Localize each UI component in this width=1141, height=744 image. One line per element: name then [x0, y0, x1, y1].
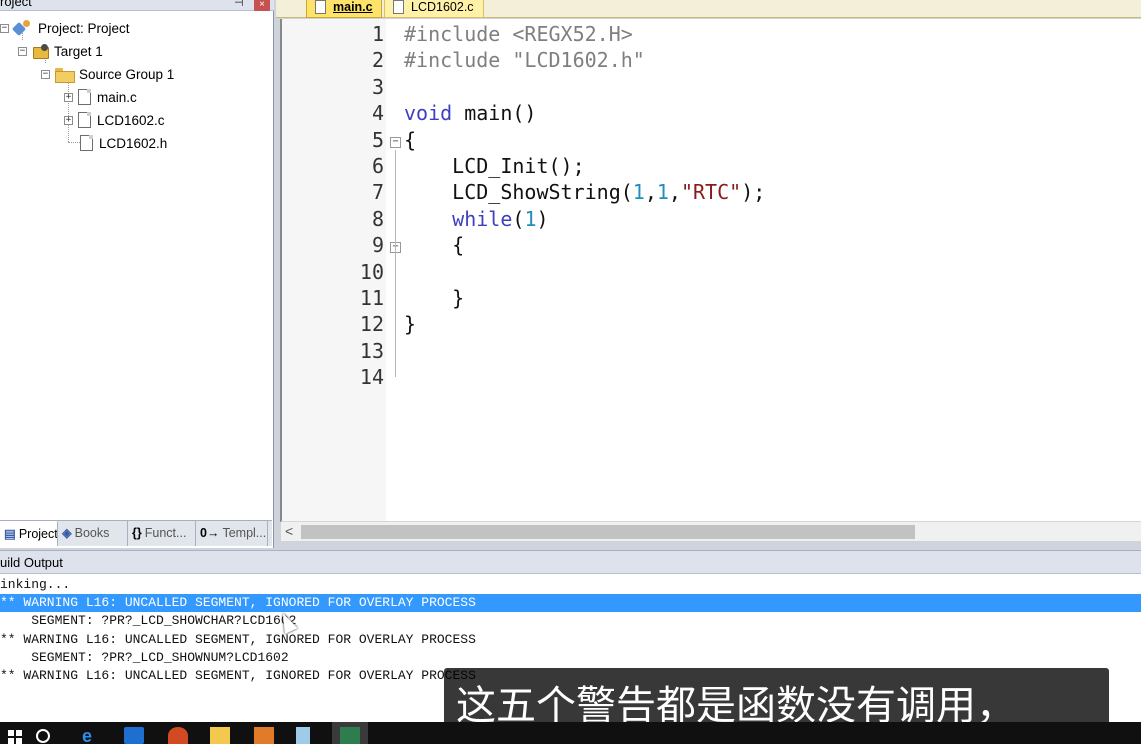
line-number: 7	[371, 180, 384, 205]
tab-label: Books	[74, 526, 110, 540]
tree-item-label: LCD1602.c	[97, 112, 165, 128]
collapse-icon[interactable]: −	[18, 46, 27, 56]
notes-icon[interactable]	[296, 727, 310, 744]
file-explorer-icon[interactable]	[210, 727, 230, 744]
line-number: 12	[359, 312, 384, 337]
file-icon	[78, 89, 91, 105]
tab-functions[interactable]: {} Funct...	[128, 521, 196, 546]
line-number: 5	[371, 127, 384, 152]
books-icon: ◈	[62, 526, 72, 540]
line-number: 11	[359, 286, 384, 310]
tab-project[interactable]: ▤ Project	[0, 521, 58, 546]
build-output-title: uild Output	[0, 555, 63, 570]
project-tree[interactable]: − Project: Project − Target 1 − Source G…	[0, 12, 272, 517]
code-line[interactable]: #include <REGX52.H>	[404, 22, 633, 46]
tree-item-project[interactable]: − Project: Project	[0, 18, 130, 38]
powerpoint-icon[interactable]	[168, 727, 188, 744]
project-panel-title: roject	[0, 0, 32, 9]
build-output-header: uild Output	[0, 550, 1141, 574]
file-icon	[315, 0, 326, 14]
project-icon	[14, 20, 32, 36]
scroll-left-icon[interactable]: <	[285, 522, 293, 541]
tree-item-lcd1602-h[interactable]: LCD1602.h	[80, 133, 167, 153]
tab-label: Templ...	[222, 526, 267, 540]
line-number: 14	[359, 365, 384, 390]
file-icon	[80, 135, 93, 151]
search-icon[interactable]	[36, 729, 50, 743]
build-output-line[interactable]: SEGMENT: ?PR?_LCD_SHOWNUM?LCD1602	[0, 649, 1141, 667]
functions-icon: {}	[132, 526, 142, 540]
fold-toggle-icon[interactable]: −	[390, 136, 401, 148]
line-number: 4	[371, 101, 384, 126]
code-line[interactable]: LCD_ShowString(1,1,"RTC");	[404, 180, 765, 204]
expand-icon[interactable]: +	[64, 92, 73, 102]
tab-books[interactable]: ◈ Books	[58, 521, 128, 546]
code-line[interactable]: }	[404, 286, 464, 310]
edge-icon[interactable]: e	[82, 727, 102, 744]
tree-item-source-group[interactable]: − Source Group 1	[41, 64, 174, 84]
code-line[interactable]: #include "LCD1602.h"	[404, 48, 645, 72]
line-number: 6	[371, 154, 384, 178]
tab-lcd1602-c[interactable]: LCD1602.c	[384, 0, 484, 18]
keil-logo	[340, 727, 360, 744]
keil-icon[interactable]	[332, 722, 368, 744]
editor-tab-bar: main.c LCD1602.c	[276, 0, 1141, 18]
tab-label: Funct...	[144, 526, 187, 540]
tab-main-c[interactable]: main.c	[306, 0, 382, 18]
line-number: 13	[359, 338, 384, 363]
project-panel-header: roject ⊣ ×	[0, 0, 274, 11]
code-line[interactable]: LCD_Init();	[404, 154, 584, 178]
pin-icon[interactable]: ⊣	[234, 0, 244, 9]
tab-label: main.c	[333, 0, 373, 14]
tree-item-label: Project: Project	[38, 20, 130, 36]
tab-templates[interactable]: 0→ Templ...	[196, 521, 268, 546]
start-icon[interactable]	[8, 730, 22, 744]
tree-item-label: main.c	[97, 89, 137, 105]
folder-icon	[55, 67, 75, 83]
build-output-line[interactable]: ** WARNING L16: UNCALLED SEGMENT, IGNORE…	[0, 594, 1141, 613]
file-icon	[393, 0, 404, 14]
project-panel: roject ⊣ × − Project: Project − Target 1…	[0, 0, 274, 548]
code-editor[interactable]: 1 2 3 4 5 6 7 8 9 10 11 12 13 14 #include <REGX52.H> #…	[280, 19, 1141, 522]
tree-item-label: Source Group 1	[79, 66, 175, 82]
tree-guide-line	[68, 142, 80, 143]
project-tab-icon: ▤	[4, 527, 16, 541]
project-panel-tabs: ▤ Project ◈ Books {} Funct... 0→ Templ...	[0, 520, 272, 546]
app-icon[interactable]	[124, 727, 144, 744]
tab-label: Project	[18, 527, 58, 541]
line-number-gutter: 1 2 3 4 5 6 7 8 9 10 11 12 13 14	[282, 19, 386, 522]
collapse-icon[interactable]: −	[0, 23, 9, 33]
tab-label: LCD1602.c	[411, 0, 474, 14]
taskbar: e	[0, 722, 1141, 744]
expand-icon[interactable]: +	[64, 115, 73, 125]
tree-item-label: Target 1	[54, 43, 103, 59]
app-icon-2[interactable]	[254, 727, 274, 744]
build-output-line[interactable]: ** WARNING L16: UNCALLED SEGMENT, IGNORE…	[0, 631, 1141, 649]
line-number: 10	[359, 259, 384, 284]
code-line[interactable]: {	[404, 128, 416, 152]
tree-item-label: LCD1602.h	[99, 135, 168, 151]
fold-guide-line	[395, 149, 396, 378]
line-number: 8	[371, 206, 384, 231]
horizontal-scrollbar[interactable]: <	[281, 521, 1141, 541]
target-icon	[32, 44, 49, 59]
tree-item-lcd1602-c[interactable]: + LCD1602.c	[64, 110, 165, 130]
line-number: 9	[371, 233, 384, 258]
templates-icon: 0→	[200, 526, 220, 540]
line-number: 3	[371, 74, 384, 99]
tree-item-target[interactable]: − Target 1	[18, 41, 103, 61]
collapse-icon[interactable]: −	[41, 69, 50, 79]
scrollbar-thumb[interactable]	[301, 525, 915, 539]
code-line[interactable]: void main()	[404, 101, 536, 125]
close-icon[interactable]: ×	[254, 0, 270, 11]
code-line[interactable]: while(1)	[404, 207, 548, 231]
line-number: 1	[371, 22, 384, 46]
build-output-line[interactable]: inking...	[0, 576, 1141, 594]
file-icon	[78, 112, 91, 128]
code-line[interactable]: }	[404, 312, 416, 336]
build-output-line[interactable]: SEGMENT: ?PR?_LCD_SHOWCHAR?LCD1602	[0, 612, 1141, 630]
code-line[interactable]: {	[404, 233, 464, 257]
line-number: 2	[371, 48, 384, 73]
tree-item-main-c[interactable]: + main.c	[64, 87, 137, 107]
